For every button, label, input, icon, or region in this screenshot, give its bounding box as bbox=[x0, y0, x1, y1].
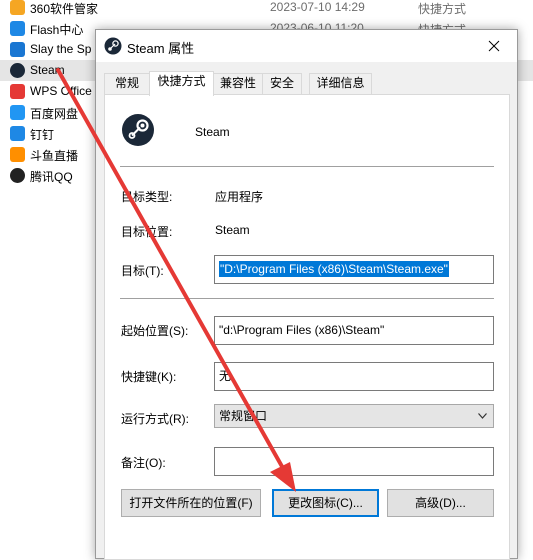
tab-security[interactable]: 安全 bbox=[262, 73, 302, 94]
list-item[interactable]: 360软件管家 2023-07-10 14:29 快捷方式 bbox=[0, 0, 533, 18]
open-file-location-button[interactable]: 打开文件所在的位置(F) bbox=[121, 489, 261, 517]
list-item-name: WPS Office bbox=[30, 84, 92, 98]
run-label: 运行方式(R): bbox=[121, 412, 189, 426]
target-type-value: 应用程序 bbox=[215, 190, 264, 204]
list-item-name: Slay the Sp bbox=[30, 42, 92, 56]
list-item-type: 快捷方式 bbox=[418, 2, 467, 16]
list-item-name: Steam bbox=[30, 63, 65, 77]
wps-icon bbox=[10, 84, 25, 99]
shortcut-panel: Steam 目标类型: 应用程序 目标位置: Steam 目标(T): "D:\… bbox=[104, 94, 510, 560]
steam-icon bbox=[104, 37, 122, 55]
close-button[interactable] bbox=[471, 30, 517, 62]
list-item-name: 钉钉 bbox=[30, 128, 55, 142]
target-location-value: Steam bbox=[215, 223, 250, 237]
steam-icon bbox=[10, 63, 25, 78]
run-select[interactable]: 常规窗口 bbox=[214, 404, 494, 428]
chevron-down-icon bbox=[478, 413, 487, 419]
comment-input[interactable] bbox=[214, 447, 494, 476]
shortcut-key-input[interactable]: 无 bbox=[214, 362, 494, 391]
tab-general[interactable]: 常规 bbox=[104, 73, 150, 94]
app-name: Steam bbox=[195, 125, 230, 139]
slay-the-spire-icon bbox=[10, 42, 25, 57]
tab-shortcut[interactable]: 快捷方式 bbox=[149, 71, 214, 96]
baidu-netdisk-icon bbox=[10, 105, 25, 120]
douyu-icon bbox=[10, 147, 25, 162]
run-select-value: 常规窗口 bbox=[219, 409, 268, 423]
360-icon bbox=[10, 0, 25, 15]
qq-icon bbox=[10, 168, 25, 183]
change-icon-button[interactable]: 更改图标(C)... bbox=[272, 489, 379, 517]
list-item-name: Flash中心 bbox=[30, 23, 84, 37]
target-input[interactable]: "D:\Program Files (x86)\Steam\Steam.exe" bbox=[214, 255, 494, 284]
advanced-button[interactable]: 高级(D)... bbox=[387, 489, 494, 517]
start-in-input[interactable]: "d:\Program Files (x86)\Steam" bbox=[214, 316, 494, 345]
comment-label: 备注(O): bbox=[121, 456, 166, 470]
target-location-label: 目标位置: bbox=[121, 225, 173, 239]
steam-app-icon bbox=[122, 114, 154, 146]
flash-icon bbox=[10, 21, 25, 36]
list-item-name: 腾讯QQ bbox=[30, 170, 73, 184]
tab-compatibility[interactable]: 兼容性 bbox=[213, 73, 263, 94]
target-type-label: 目标类型: bbox=[121, 190, 173, 204]
target-label: 目标(T): bbox=[121, 264, 164, 278]
divider bbox=[120, 298, 494, 299]
title-bar[interactable]: Steam 属性 bbox=[96, 30, 517, 62]
tab-details[interactable]: 详细信息 bbox=[309, 73, 372, 94]
list-item-date: 2023-07-10 14:29 bbox=[270, 0, 365, 14]
divider bbox=[120, 166, 494, 167]
close-icon bbox=[488, 40, 500, 52]
list-item-name: 百度网盘 bbox=[30, 107, 79, 121]
dialog-title: Steam 属性 bbox=[127, 41, 195, 56]
dingtalk-icon bbox=[10, 126, 25, 141]
start-in-label: 起始位置(S): bbox=[121, 324, 189, 338]
target-input-value: "D:\Program Files (x86)\Steam\Steam.exe" bbox=[219, 261, 449, 277]
list-item-name: 斗鱼直播 bbox=[30, 149, 79, 163]
shortcut-key-label: 快捷键(K): bbox=[121, 370, 177, 384]
list-item-name: 360软件管家 bbox=[30, 2, 99, 16]
properties-dialog: Steam 属性 常规 快捷方式 兼容性 安全 详细信息 Steam 目标类型:… bbox=[95, 29, 518, 560]
